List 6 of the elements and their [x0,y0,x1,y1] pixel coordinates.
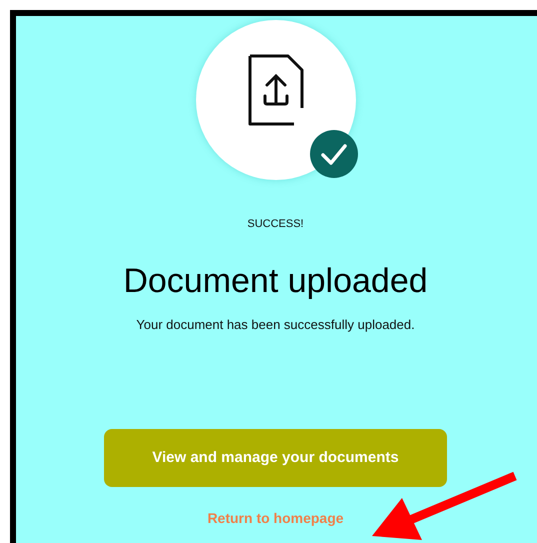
status-label: SUCCESS! [247,217,304,232]
message-text: Your document has been successfully uploaded. [136,316,415,334]
view-documents-button[interactable]: View and manage your documents [104,428,447,487]
heading: Document uploaded [123,260,428,302]
return-homepage-link[interactable]: Return to homepage [207,508,344,529]
document-upload-icon [248,54,304,126]
